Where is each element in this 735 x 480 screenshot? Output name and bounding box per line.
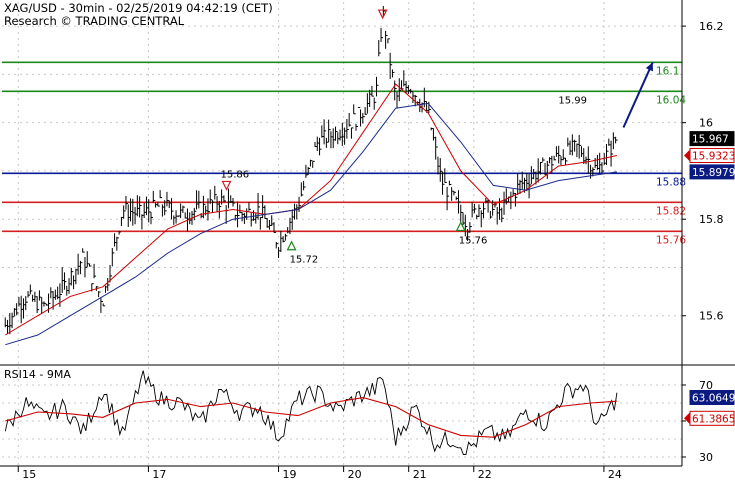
x-tick-label: 19	[283, 468, 297, 480]
rsi-badge-pointer	[684, 412, 690, 425]
chart-subtitle: Research © TRADING CENTRAL	[4, 14, 185, 28]
chart-root: XAG/USD - 30min - 02/25/2019 04:42:19 (C…	[0, 0, 735, 480]
x-tick-label: 17	[152, 468, 166, 480]
rsi-title: RSI14 - 9MA	[4, 368, 71, 381]
high-marker	[221, 180, 232, 191]
price-y-axis: 15.6 15.8 16 16.2 15.967 15.9323 15.8979	[682, 20, 735, 323]
x-tick-label: 22	[478, 468, 492, 480]
x-tick-label: 15	[22, 468, 36, 480]
rsi-panel: RSI14 - 9MA 30507063.064961.3865	[2, 367, 735, 466]
low-label: 15.72	[290, 255, 319, 266]
x-tick-label: 20	[348, 468, 362, 480]
chart-title: XAG/USD - 30min - 02/25/2019 04:42:19 (C…	[4, 1, 273, 15]
price-y-tick-label: 16	[699, 117, 713, 130]
rsi-badge-text: 63.0649	[692, 392, 735, 404]
main-price-panel: XAG/USD - 30min - 02/25/2019 04:42:19 (C…	[2, 1, 735, 364]
ma-fast-line	[5, 83, 618, 336]
price-badge-pointer	[684, 149, 690, 162]
price-badge-text: 15.967	[692, 134, 729, 146]
high-label: 15.86	[220, 169, 249, 180]
rsi-y-tick-label: 30	[699, 451, 713, 464]
rsi-badge-text: 61.3865	[692, 413, 735, 425]
x-tick-label: 21	[413, 468, 427, 480]
price-y-tick-label: 15.6	[699, 310, 724, 323]
low-label: 15.76	[459, 235, 488, 246]
rsi-line	[4, 370, 618, 455]
low-marker	[455, 221, 466, 232]
price-series	[4, 6, 618, 346]
price-y-tick-label: 15.8	[699, 213, 724, 226]
level-label: 16.1	[656, 65, 679, 77]
low-marker	[286, 240, 297, 251]
high-marker	[377, 9, 388, 20]
price-grid	[2, 2, 682, 364]
price-badge-text: 15.9323	[692, 150, 735, 162]
price-y-tick-label: 16.2	[699, 20, 724, 33]
ma-slow-line	[5, 102, 617, 346]
rsi-series	[4, 370, 618, 455]
rsi-y-axis: 30507063.064961.3865	[682, 379, 735, 464]
price-annotations: 15.86 15.72 15.76 15.99	[220, 9, 654, 266]
forecast-arrow	[622, 61, 654, 128]
chart-frame	[0, 0, 735, 467]
rsi-ma-line	[5, 397, 617, 438]
price-badge-text: 15.8979	[692, 167, 735, 179]
price-bars	[4, 6, 618, 335]
price-label: 15.99	[558, 95, 587, 106]
x-tick-label: 24	[608, 468, 622, 480]
time-x-axis: 15 17 19 20 21 22 24	[17, 466, 622, 480]
